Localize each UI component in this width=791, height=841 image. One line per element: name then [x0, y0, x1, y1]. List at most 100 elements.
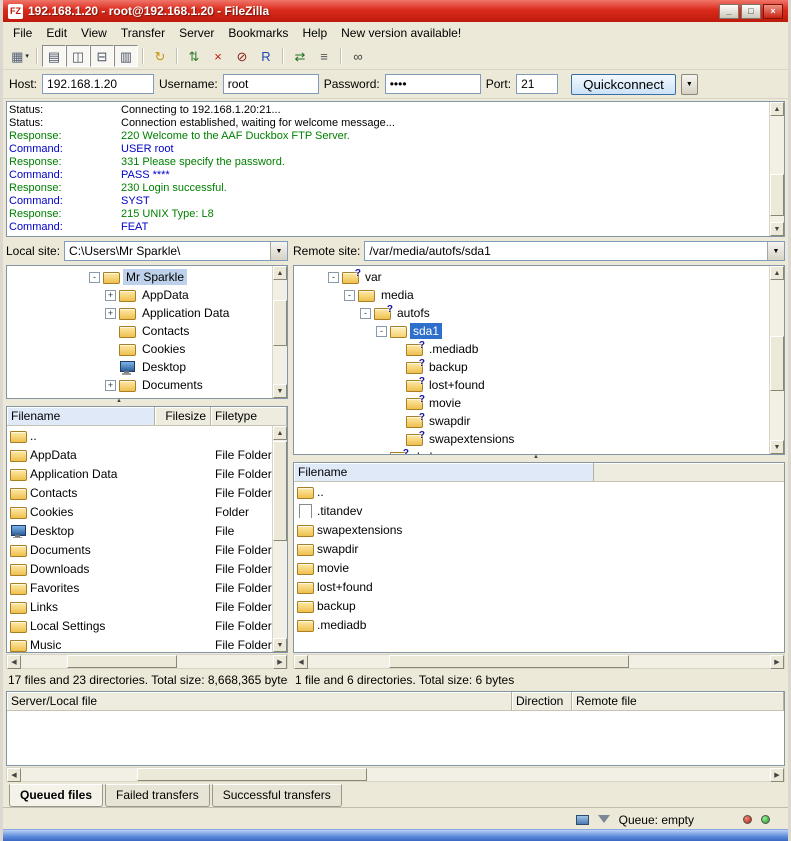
column-header-filetype[interactable]: Filetype — [211, 407, 287, 425]
file-row[interactable]: .titandev — [294, 501, 784, 520]
tree-item[interactable]: Desktop — [9, 358, 271, 376]
menu-item[interactable]: Transfer — [114, 23, 172, 43]
tree-item[interactable]: backup — [296, 358, 768, 376]
expander-icon[interactable]: - — [344, 290, 355, 301]
expander-icon[interactable]: + — [105, 290, 116, 301]
scrollbar-thumb[interactable] — [273, 300, 287, 346]
menu-item[interactable]: New version available! — [334, 23, 468, 43]
menu-item[interactable]: File — [6, 23, 39, 43]
reconnect-button[interactable]: R — [254, 45, 278, 67]
scrollbar-thumb[interactable] — [273, 441, 287, 541]
file-row[interactable]: movie — [294, 558, 784, 577]
scroll-down-button[interactable]: ▼ — [273, 384, 287, 398]
disconnect-button[interactable]: ⊘ — [230, 45, 254, 67]
local-list-scrollbar[interactable]: ▲ ▼ — [272, 426, 287, 652]
file-row[interactable]: AppData File Folder — [7, 445, 287, 464]
expander-icon[interactable]: - — [89, 272, 100, 283]
tree-item[interactable]: Contacts — [9, 322, 271, 340]
expander-icon[interactable]: - — [328, 272, 339, 283]
tree-item[interactable]: + Documents — [9, 376, 271, 394]
file-row[interactable]: Links File Folder — [7, 597, 287, 616]
column-header-filesize[interactable]: Filesize — [155, 407, 211, 425]
file-row[interactable]: .mediadb — [294, 615, 784, 634]
tree-item[interactable]: - Mr Sparkle — [9, 268, 271, 286]
scroll-right-button[interactable]: ▶ — [273, 655, 287, 669]
cancel-operation-button[interactable]: × — [206, 45, 230, 67]
file-row[interactable]: Downloads File Folder — [7, 559, 287, 578]
menu-item[interactable]: Help — [295, 23, 334, 43]
scroll-left-button[interactable]: ◀ — [7, 768, 21, 782]
menu-item[interactable]: Bookmarks — [221, 23, 295, 43]
tree-item[interactable]: + AppData — [9, 286, 271, 304]
minimize-button[interactable]: _ — [719, 4, 739, 19]
scroll-right-button[interactable]: ▶ — [770, 655, 784, 669]
file-row[interactable]: Favorites File Folder — [7, 578, 287, 597]
maximize-button[interactable]: □ — [741, 4, 761, 19]
splitter-collapse-icon[interactable]: ▲ — [533, 454, 539, 461]
file-row[interactable]: Contacts File Folder — [7, 483, 287, 502]
local-splitter[interactable]: ▲ — [6, 399, 288, 406]
find-files-button[interactable]: ∞ — [346, 45, 370, 67]
close-button[interactable]: × — [763, 4, 783, 19]
scrollbar-thumb[interactable] — [137, 768, 367, 781]
tree-item[interactable]: swapextensions — [296, 430, 768, 448]
menu-item[interactable]: Server — [172, 23, 221, 43]
dropdown-arrow-icon[interactable]: ▾ — [25, 52, 29, 60]
scroll-up-button[interactable]: ▲ — [770, 102, 784, 116]
scroll-up-button[interactable]: ▲ — [273, 426, 287, 440]
file-row[interactable]: .. — [294, 482, 784, 501]
refresh-button[interactable]: ↻ — [148, 45, 172, 67]
tree-item[interactable]: Cookies — [9, 340, 271, 358]
expander-icon[interactable]: - — [376, 326, 387, 337]
combo-dropdown-icon[interactable]: ▼ — [270, 242, 287, 260]
host-input[interactable] — [42, 74, 154, 94]
local-list-hscrollbar[interactable]: ◀ ▶ — [6, 654, 288, 669]
file-row[interactable]: Desktop File — [7, 521, 287, 540]
toggle-message-log-button[interactable]: ▤ — [42, 45, 66, 67]
file-row[interactable]: Local Settings File Folder — [7, 616, 287, 635]
queue-tab[interactable]: Failed transfers — [105, 784, 210, 807]
toggle-local-tree-button[interactable]: ◫ — [66, 45, 90, 67]
menu-item[interactable]: Edit — [39, 23, 74, 43]
tree-item[interactable]: - media — [296, 286, 768, 304]
column-header-filename[interactable]: Filename — [294, 463, 594, 481]
expander-icon[interactable]: + — [105, 380, 116, 391]
file-row[interactable]: Documents File Folder — [7, 540, 287, 559]
title-bar[interactable]: FZ 192.168.1.20 - root@192.168.1.20 - Fi… — [3, 0, 788, 22]
menu-item[interactable]: View — [74, 23, 114, 43]
file-row[interactable]: lost+found — [294, 577, 784, 596]
username-input[interactable] — [223, 74, 319, 94]
remote-tree-scrollbar[interactable]: ▲ ▼ — [769, 266, 784, 454]
scroll-up-button[interactable]: ▲ — [273, 266, 287, 280]
remote-splitter[interactable]: ▲ — [293, 455, 785, 462]
scrollbar-thumb[interactable] — [770, 174, 784, 216]
scroll-down-button[interactable]: ▼ — [273, 638, 287, 652]
scroll-left-button[interactable]: ◀ — [7, 655, 21, 669]
tree-item[interactable]: dvd — [296, 448, 768, 455]
queue-hscrollbar[interactable]: ◀ ▶ — [6, 767, 785, 782]
expander-icon[interactable]: - — [360, 308, 371, 319]
column-header-direction[interactable]: Direction — [512, 692, 572, 710]
scrollbar-thumb[interactable] — [389, 655, 629, 668]
scrollbar-thumb[interactable] — [67, 655, 177, 668]
synchronized-browsing-button[interactable]: ≡ — [312, 45, 336, 67]
tree-item[interactable]: lost+found — [296, 376, 768, 394]
tree-item[interactable]: swapdir — [296, 412, 768, 430]
file-row[interactable]: Music File Folder — [7, 635, 287, 652]
column-header-local-file[interactable]: Server/Local file — [7, 692, 512, 710]
expander-icon[interactable]: + — [105, 308, 116, 319]
local-tree-scrollbar[interactable]: ▲ ▼ — [272, 266, 287, 398]
file-row[interactable]: .. — [7, 426, 287, 445]
directory-comparison-button[interactable]: ⇄ — [288, 45, 312, 67]
quickconnect-dropdown-button[interactable]: ▼ — [681, 74, 698, 95]
column-header-remote-file[interactable]: Remote file — [572, 692, 784, 710]
column-header-filename[interactable]: Filename — [7, 407, 155, 425]
file-row[interactable]: swapextensions — [294, 520, 784, 539]
tree-item[interactable]: .mediadb — [296, 340, 768, 358]
file-row[interactable]: Application Data File Folder — [7, 464, 287, 483]
scroll-left-button[interactable]: ◀ — [294, 655, 308, 669]
tree-item[interactable]: movie — [296, 394, 768, 412]
file-row[interactable]: Cookies Folder — [7, 502, 287, 521]
file-row[interactable]: backup — [294, 596, 784, 615]
remote-site-combo[interactable]: /var/media/autofs/sda1 ▼ — [364, 241, 785, 261]
